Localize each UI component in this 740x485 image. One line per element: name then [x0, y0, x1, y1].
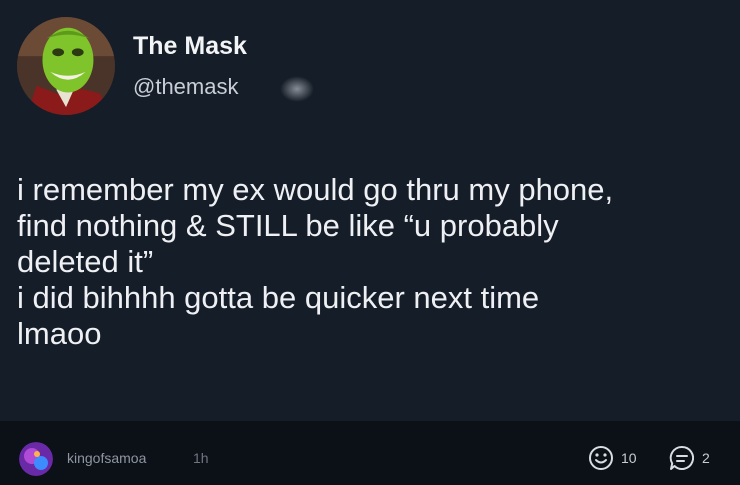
reactions-button[interactable]: 10	[586, 443, 637, 473]
tweet-line: i remember my ex would go thru my phone,	[17, 172, 614, 207]
display-name[interactable]: The Mask	[133, 32, 247, 61]
poster-username[interactable]: kingofsamoa	[67, 450, 146, 466]
tweet-line: find nothing & STILL be like “u probably	[17, 208, 559, 243]
post-footer: kingofsamoa 1h 10 2	[0, 421, 740, 485]
post-timestamp: 1h	[193, 450, 209, 466]
comment-icon	[669, 445, 694, 470]
tweet-line: lmaoo	[17, 316, 102, 351]
poster-avatar-icon	[19, 442, 53, 476]
tweet-card: The Mask @themask i remember my ex would…	[0, 0, 740, 421]
mask-face-icon	[17, 17, 115, 115]
profile-avatar[interactable]	[17, 17, 115, 115]
tweet-body: i remember my ex would go thru my phone,…	[17, 172, 732, 352]
user-handle[interactable]: @themask	[133, 74, 238, 100]
blurred-verified-badge	[280, 76, 314, 102]
comments-button[interactable]: 2	[667, 443, 710, 473]
reactions-count: 10	[621, 450, 637, 466]
comments-count: 2	[702, 450, 710, 466]
smiley-icon	[589, 446, 613, 470]
poster-avatar[interactable]	[19, 442, 53, 476]
tweet-line: i did bihhhh gotta be quicker next time	[17, 280, 540, 315]
tweet-line: deleted it”	[17, 244, 154, 279]
